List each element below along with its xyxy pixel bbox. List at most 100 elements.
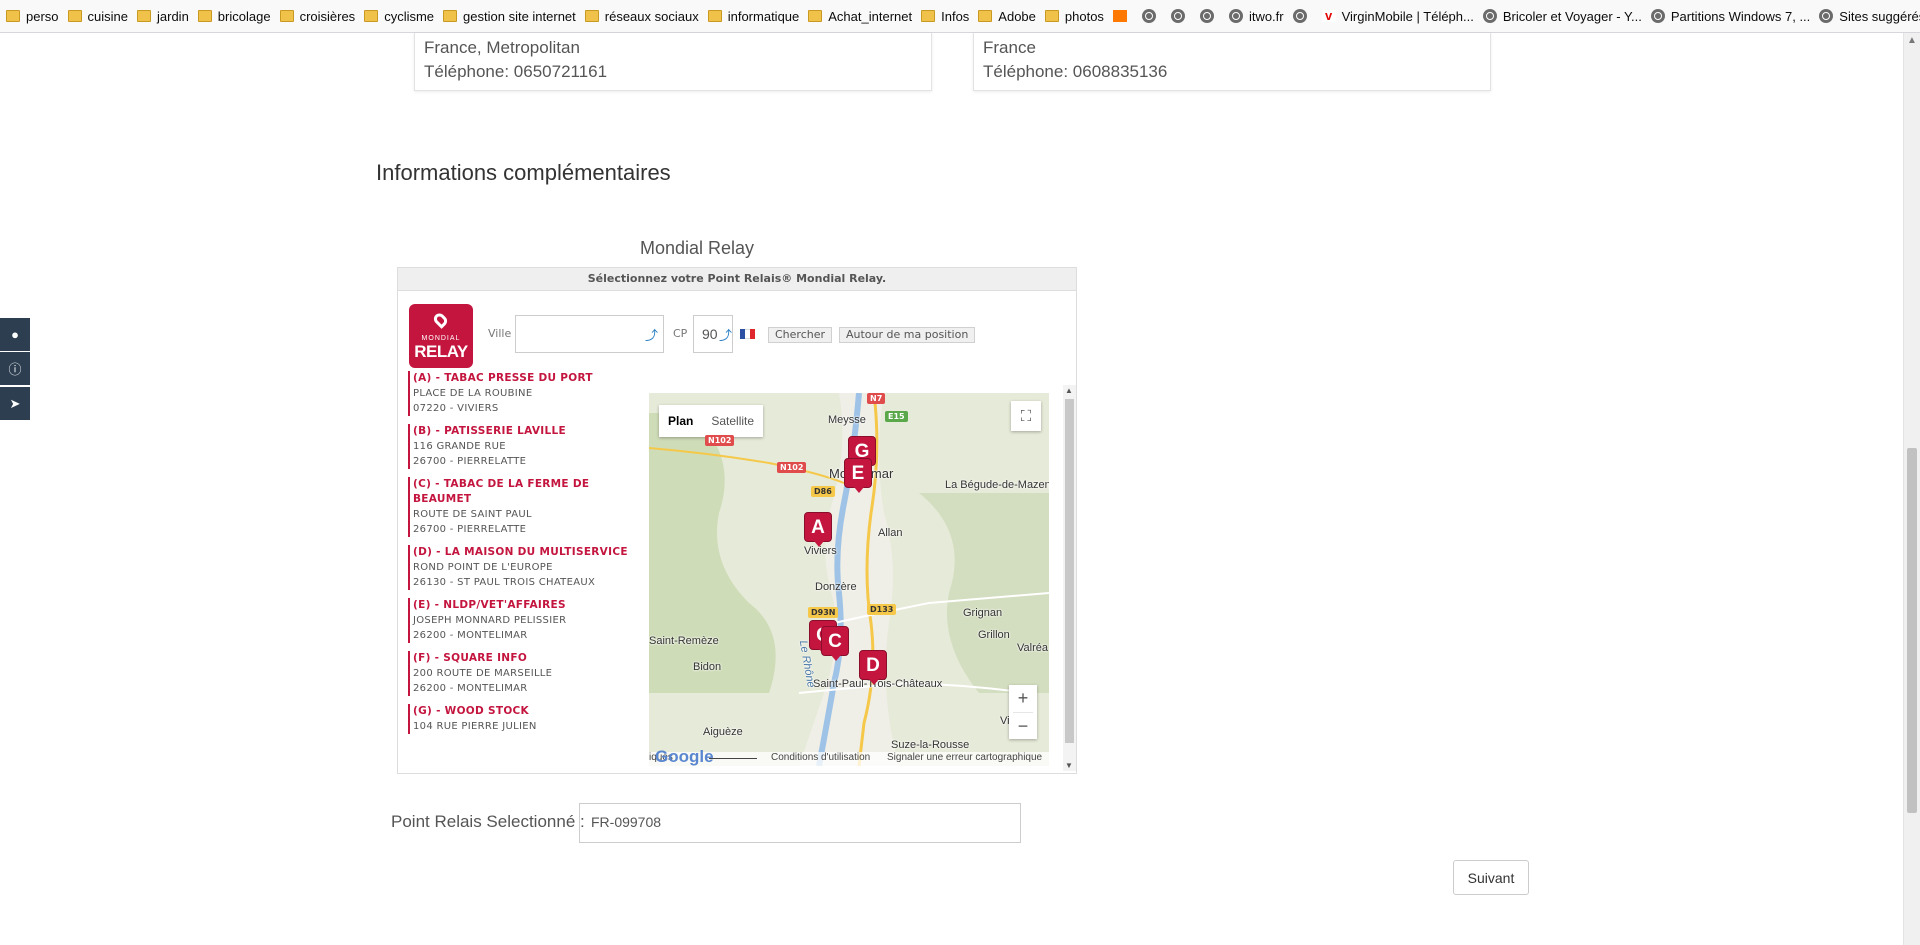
relay-list-item[interactable]: (E) - NLDP/VET'AFFAIRES JOSEPH MONNARD PE… bbox=[408, 598, 644, 643]
relay-name: (E) - NLDP/VET'AFFAIRES bbox=[413, 599, 566, 611]
globe-icon bbox=[1141, 9, 1156, 23]
next-button[interactable]: Suivant bbox=[1453, 860, 1529, 895]
road-label: E15 bbox=[885, 411, 908, 422]
bookmark-item[interactable] bbox=[1199, 9, 1220, 23]
bookmark-item[interactable] bbox=[1170, 9, 1191, 23]
virgin-icon: v bbox=[1321, 9, 1336, 22]
map-report-link[interactable]: Signaler une erreur cartographique bbox=[887, 752, 1042, 763]
relay-list-item[interactable]: (B) - PATISSERIE LAVILLE 116 GRANDE RUE 26… bbox=[408, 424, 644, 469]
orange-icon bbox=[1112, 10, 1127, 22]
bookmark-label: perso bbox=[26, 8, 59, 24]
bookmark-item[interactable]: Achat_internet bbox=[808, 9, 912, 24]
map-tab-satellite[interactable]: Satellite bbox=[702, 405, 763, 437]
bookmark-label: informatique bbox=[727, 8, 800, 24]
ville-input[interactable]: ⤴ bbox=[515, 315, 664, 353]
bookmark-item[interactable]: croisières bbox=[279, 9, 355, 24]
map-footer: iques Google Conditions d'utilisation Si… bbox=[649, 747, 1049, 766]
folder-icon bbox=[978, 10, 993, 22]
bookmark-item[interactable]: cyclisme bbox=[364, 9, 434, 24]
relay-marker-c[interactable]: C bbox=[821, 626, 849, 661]
relay-name: (G) - WOOD STOCK bbox=[413, 705, 529, 717]
bookmark-item[interactable] bbox=[1141, 9, 1162, 23]
relay-list-item[interactable]: (C) - TABAC DE LA FERME DE BEAUMET ROUTE … bbox=[408, 477, 644, 537]
google-logo[interactable]: Google bbox=[655, 747, 714, 766]
relay-line2: 26200 - MONTELIMAR bbox=[413, 683, 528, 694]
zoom-out-button[interactable]: − bbox=[1013, 713, 1033, 740]
relay-line1: 104 RUE PIERRE JULIEN bbox=[413, 721, 537, 732]
relay-line2: 26700 - PIERRELATTE bbox=[413, 456, 527, 467]
folder-icon bbox=[808, 10, 823, 22]
info-icon[interactable]: ⓘ bbox=[0, 352, 30, 385]
relay-map[interactable]: Plan Satellite ⛶ Meysse Montélimar La Bé… bbox=[649, 393, 1049, 766]
bookmark-item[interactable]: cuisine bbox=[67, 9, 128, 24]
bookmark-item[interactable]: Sites suggérés (2) bbox=[1819, 9, 1920, 24]
map-label: Saint-Remèze bbox=[649, 635, 719, 647]
point-relais-field[interactable]: FR-099708 bbox=[579, 803, 1021, 843]
point-relais-label: Point Relais Selectionné : bbox=[391, 812, 585, 831]
autocomplete-icon: ⤴ bbox=[644, 328, 658, 343]
relay-marker-e[interactable]: E bbox=[844, 458, 872, 493]
folder-icon bbox=[443, 10, 458, 22]
folder-icon bbox=[1044, 10, 1059, 22]
bookmark-item[interactable]: jardin bbox=[137, 9, 189, 24]
relay-marker-d[interactable]: D bbox=[859, 650, 887, 685]
share-icon[interactable]: ➤ bbox=[0, 387, 30, 420]
bookmark-item[interactable]: photos bbox=[1044, 9, 1104, 24]
bookmark-item[interactable]: v VirginMobile | Téléph... bbox=[1321, 9, 1474, 24]
relay-line2: 07220 - VIVIERS bbox=[413, 403, 499, 414]
map-scale bbox=[709, 758, 757, 759]
map-tab-plan[interactable]: Plan bbox=[659, 405, 702, 437]
bookmark-item[interactable]: Bricoler et Voyager - Y... bbox=[1482, 9, 1642, 24]
map-label: Meysse bbox=[828, 414, 866, 426]
map-terms-link[interactable]: Conditions d'utilisation bbox=[771, 752, 870, 763]
cp-label: CP bbox=[673, 327, 688, 340]
ville-label: Ville bbox=[488, 327, 512, 340]
bookmark-item[interactable]: perso bbox=[6, 9, 59, 24]
relay-list-item[interactable]: (F) - SQUARE INFO 200 ROUTE DE MARSEILLE 2… bbox=[408, 651, 644, 696]
relay-line2: 26130 - ST PAUL TROIS CHATEAUX bbox=[413, 577, 596, 588]
relay-line2: 26200 - MONTELIMAR bbox=[413, 630, 528, 641]
around-my-position-button[interactable]: Autour de ma position bbox=[839, 327, 976, 343]
bookmark-item[interactable]: réseaux sociaux bbox=[584, 9, 699, 24]
bookmark-item[interactable]: Infos bbox=[921, 9, 969, 24]
globe-icon bbox=[1650, 9, 1665, 23]
bookmark-label: Achat_internet bbox=[828, 8, 913, 24]
bookmark-item[interactable]: bricolage bbox=[197, 9, 271, 24]
relay-list-item[interactable]: (D) - LA MAISON DU MULTISERVICE ROND POIN… bbox=[408, 545, 644, 590]
globe-icon bbox=[1482, 9, 1497, 23]
bookmark-label: Partitions Windows 7, ... bbox=[1670, 8, 1811, 24]
user-icon[interactable]: ● bbox=[0, 318, 30, 351]
relay-marker-a[interactable]: A bbox=[804, 512, 832, 547]
relay-list-item[interactable]: (G) - WOOD STOCK 104 RUE PIERRE JULIEN bbox=[408, 704, 644, 734]
zoom-in-button[interactable]: + bbox=[1013, 685, 1033, 713]
relay-name: (A) - TABAC PRESSE DU PORT bbox=[413, 372, 593, 384]
widget-header: Sélectionnez votre Point Relais® Mondial… bbox=[398, 268, 1076, 291]
bookmark-item[interactable]: Partitions Windows 7, ... bbox=[1650, 8, 1811, 24]
mondial-relay-logo: MONDIAL RELAY bbox=[409, 304, 473, 368]
folder-icon bbox=[584, 10, 599, 22]
relay-line2: 26700 - PIERRELATTE bbox=[413, 524, 527, 535]
bookmark-item[interactable]: itwo.fr bbox=[1228, 9, 1284, 24]
search-button[interactable]: Chercher bbox=[768, 327, 833, 343]
bookmark-item[interactable]: Adobe bbox=[978, 9, 1036, 24]
globe-icon bbox=[1199, 9, 1214, 23]
folder-icon bbox=[707, 10, 722, 22]
section-title: Informations complémentaires bbox=[376, 160, 671, 185]
relay-list-item[interactable]: (A) - TABAC PRESSE DU PORT PLACE DE LA RO… bbox=[408, 371, 644, 416]
page-scrollbar[interactable]: ▲ bbox=[1903, 33, 1920, 945]
cp-input[interactable]: 90 ⤴ bbox=[693, 315, 733, 353]
fullscreen-icon[interactable]: ⛶ bbox=[1011, 401, 1041, 431]
bookmark-item[interactable] bbox=[1112, 10, 1133, 22]
relay-line1: 116 GRANDE RUE bbox=[413, 441, 506, 452]
bookmark-label: cyclisme bbox=[384, 8, 435, 24]
folder-icon bbox=[364, 10, 379, 22]
map-label: Grillon bbox=[978, 629, 1010, 641]
bookmark-item[interactable]: informatique bbox=[707, 8, 800, 24]
relay-line1: JOSEPH MONNARD PELISSIER bbox=[413, 615, 567, 626]
bookmark-item[interactable]: gestion site internet bbox=[443, 9, 576, 24]
folder-icon bbox=[279, 10, 294, 22]
bookmark-item[interactable] bbox=[1292, 9, 1313, 23]
relay-name: (F) - SQUARE INFO bbox=[413, 652, 528, 664]
relay-list-scrollbar[interactable]: ▲ ▼ bbox=[1063, 385, 1076, 771]
france-flag-icon[interactable] bbox=[740, 329, 755, 339]
